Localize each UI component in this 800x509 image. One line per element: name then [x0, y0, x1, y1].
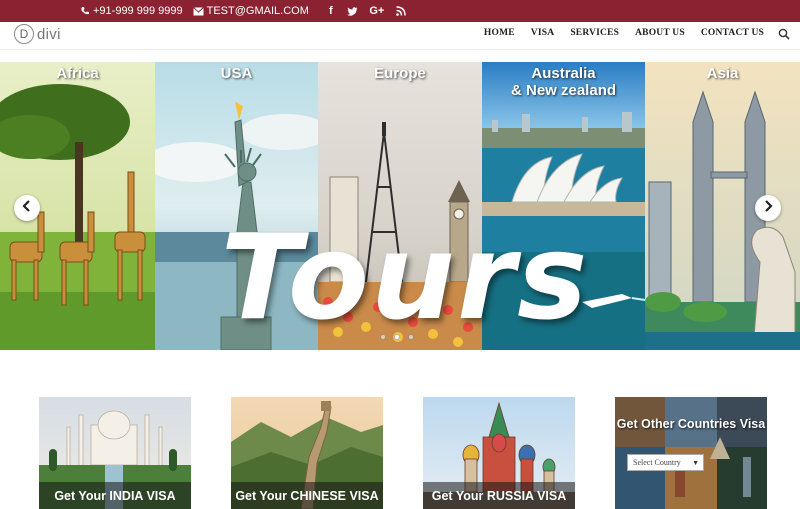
card-other-countries-visa: Get Other Countries Visa Select Country …	[615, 397, 767, 509]
slide-label-africa: Africa	[56, 65, 99, 82]
twitter-icon[interactable]	[347, 5, 359, 17]
main-nav: HOME VISA SERVICES ABOUT US CONTACT US	[476, 22, 772, 44]
email-text: TEST@GMAIL.COM	[206, 5, 309, 17]
slide-label-australia: Australia & New zealand	[482, 65, 645, 99]
slide-label-australia-text: Australia & New zealand	[510, 65, 617, 99]
site-header: D divi HOME VISA SERVICES ABOUT US CONTA…	[0, 22, 800, 50]
card-label-india: Get Your INDIA VISA	[39, 482, 191, 509]
site-logo[interactable]: D divi	[14, 24, 61, 44]
slide-label-europe: Europe	[374, 65, 426, 82]
phone-text: +91-999 999 9999	[93, 5, 183, 17]
country-select[interactable]: Select Country ▼	[627, 454, 704, 471]
slider-pagination	[380, 334, 414, 340]
email-contact[interactable]: TEST@GMAIL.COM	[192, 5, 309, 17]
card-india-visa[interactable]: Get Your INDIA VISA	[39, 397, 191, 509]
slider-dot-3[interactable]	[408, 334, 414, 340]
nav-services[interactable]: SERVICES	[562, 28, 627, 38]
logo-text: divi	[37, 25, 61, 43]
nav-contact-us[interactable]: CONTACT US	[693, 28, 772, 38]
card-chinese-visa[interactable]: Get Your CHINESE VISA	[231, 397, 383, 509]
nav-home[interactable]: HOME	[476, 28, 523, 38]
rss-icon[interactable]	[395, 5, 407, 17]
slider-prev-button[interactable]	[14, 195, 40, 221]
card-label-chinese: Get Your CHINESE VISA	[231, 482, 383, 509]
search-icon[interactable]	[778, 27, 790, 40]
google-plus-icon[interactable]: G+	[369, 5, 385, 17]
card-label-russia: Get Your RUSSIA VISA	[423, 482, 575, 509]
logo-mark: D	[14, 24, 34, 44]
slider-dot-2[interactable]	[394, 334, 400, 340]
slider-next-button[interactable]	[755, 195, 781, 221]
other-countries-title: Get Other Countries Visa	[616, 417, 766, 431]
slide-label-usa: USA	[220, 65, 253, 82]
nav-about-us[interactable]: ABOUT US	[627, 28, 693, 38]
slider-dot-1[interactable]	[380, 334, 386, 340]
hero-headline: Tours	[220, 208, 590, 346]
phone-icon	[79, 6, 90, 17]
facebook-icon[interactable]: f	[325, 5, 337, 17]
caret-down-icon: ▼	[692, 459, 699, 467]
phone-contact[interactable]: +91-999 999 9999	[79, 5, 183, 17]
top-bar: +91-999 999 9999 TEST@GMAIL.COM f G+	[0, 0, 800, 22]
slide-label-asia: Asia	[706, 65, 739, 82]
envelope-icon	[192, 6, 204, 17]
chevron-right-icon	[763, 199, 773, 217]
card-russia-visa[interactable]: Get Your RUSSIA VISA	[423, 397, 575, 509]
country-select-value: Select Country	[633, 458, 681, 467]
chevron-left-icon	[22, 199, 32, 217]
nav-visa[interactable]: VISA	[523, 28, 563, 38]
hero-slider: Africa USA Europe Australia & New zealan…	[0, 62, 800, 350]
